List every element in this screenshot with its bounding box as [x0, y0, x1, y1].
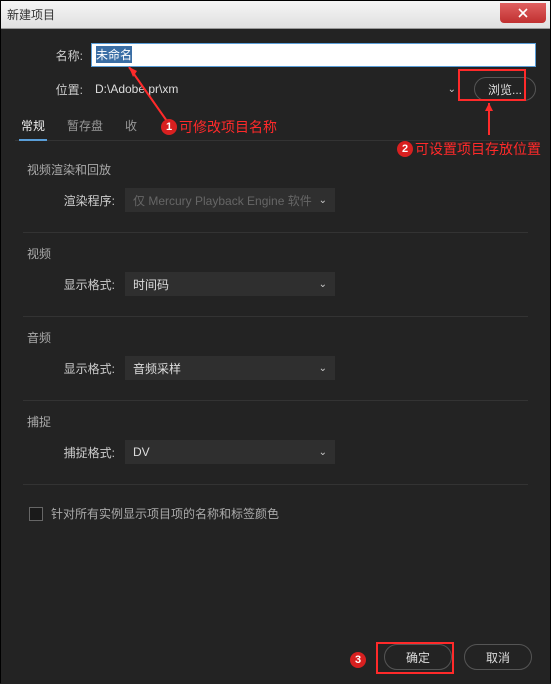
renderer-row: 渲染程序: 仅 Mercury Playback Engine 软件 ⌄ [23, 188, 528, 212]
section-audio: 音频 显示格式: 音频采样 ⌄ [23, 317, 528, 401]
video-format-value: 时间码 [133, 276, 169, 293]
audio-format-row: 显示格式: 音频采样 ⌄ [23, 356, 528, 380]
cancel-label: 取消 [486, 649, 510, 666]
annotation-badge-3: 3 [350, 652, 366, 668]
section-video-title: 视频 [23, 245, 528, 262]
location-row: 位置: D:\Adobe pr\xm ⌄ 浏览... [15, 77, 536, 101]
section-video: 视频 显示格式: 时间码 ⌄ [23, 233, 528, 317]
renderer-label: 渲染程序: [53, 192, 125, 209]
chevron-down-icon: ⌄ [319, 279, 327, 290]
chevron-down-icon: ⌄ [319, 363, 327, 374]
tab-scratch[interactable]: 暂存盘 [65, 111, 105, 140]
section-capture-title: 捕捉 [23, 413, 528, 430]
window-title: 新建项目 [7, 6, 55, 23]
tabs: 常规 暂存盘 收 [15, 111, 536, 141]
location-label: 位置: [15, 81, 91, 98]
section-render-title: 视频渲染和回放 [23, 161, 528, 178]
location-value: D:\Adobe pr\xm [95, 82, 178, 96]
chevron-down-icon: ⌄ [319, 195, 327, 206]
audio-format-select[interactable]: 音频采样 ⌄ [125, 356, 335, 380]
section-render: 视频渲染和回放 渲染程序: 仅 Mercury Playback Engine … [23, 149, 528, 233]
tab-general[interactable]: 常规 [19, 111, 47, 140]
checkbox-label: 针对所有实例显示项目项的名称和标签颜色 [51, 505, 279, 522]
capture-format-select[interactable]: DV ⌄ [125, 440, 335, 464]
capture-format-label: 捕捉格式: [53, 444, 125, 461]
dialog-body: 名称: 未命名 位置: D:\Adobe pr\xm ⌄ 浏览... 常规 暂存… [1, 29, 550, 684]
renderer-value: 仅 Mercury Playback Engine 软件 [133, 192, 312, 209]
video-format-row: 显示格式: 时间码 ⌄ [23, 272, 528, 296]
video-format-select[interactable]: 时间码 ⌄ [125, 272, 335, 296]
capture-format-value: DV [133, 445, 150, 459]
tab-ingest[interactable]: 收 [123, 111, 139, 140]
close-icon [518, 8, 528, 18]
section-capture: 捕捉 捕捉格式: DV ⌄ [23, 401, 528, 485]
chevron-down-icon: ⌄ [319, 447, 327, 458]
chevron-down-icon: ⌄ [448, 84, 456, 95]
audio-format-value: 音频采样 [133, 360, 181, 377]
ok-label: 确定 [406, 649, 430, 666]
name-row: 名称: 未命名 [15, 43, 536, 67]
annotation-3: 3 [350, 652, 368, 668]
audio-format-label: 显示格式: [53, 360, 125, 377]
show-names-checkbox[interactable] [29, 507, 43, 521]
name-label: 名称: [15, 47, 91, 64]
close-button[interactable] [500, 3, 546, 23]
browse-button[interactable]: 浏览... [474, 77, 536, 101]
cancel-button[interactable]: 取消 [464, 644, 532, 670]
checkbox-row: 针对所有实例显示项目项的名称和标签颜色 [23, 505, 528, 522]
renderer-select: 仅 Mercury Playback Engine 软件 ⌄ [125, 188, 335, 212]
video-format-label: 显示格式: [53, 276, 125, 293]
general-panel: 视频渲染和回放 渲染程序: 仅 Mercury Playback Engine … [15, 141, 536, 522]
name-input[interactable]: 未命名 [91, 43, 536, 67]
name-input-value: 未命名 [96, 46, 132, 63]
capture-format-row: 捕捉格式: DV ⌄ [23, 440, 528, 464]
section-audio-title: 音频 [23, 329, 528, 346]
titlebar: 新建项目 [1, 1, 550, 29]
footer: 确定 取消 [384, 644, 532, 670]
browse-label: 浏览... [488, 81, 522, 98]
location-dropdown[interactable]: D:\Adobe pr\xm ⌄ [91, 80, 468, 98]
ok-button[interactable]: 确定 [384, 644, 452, 670]
